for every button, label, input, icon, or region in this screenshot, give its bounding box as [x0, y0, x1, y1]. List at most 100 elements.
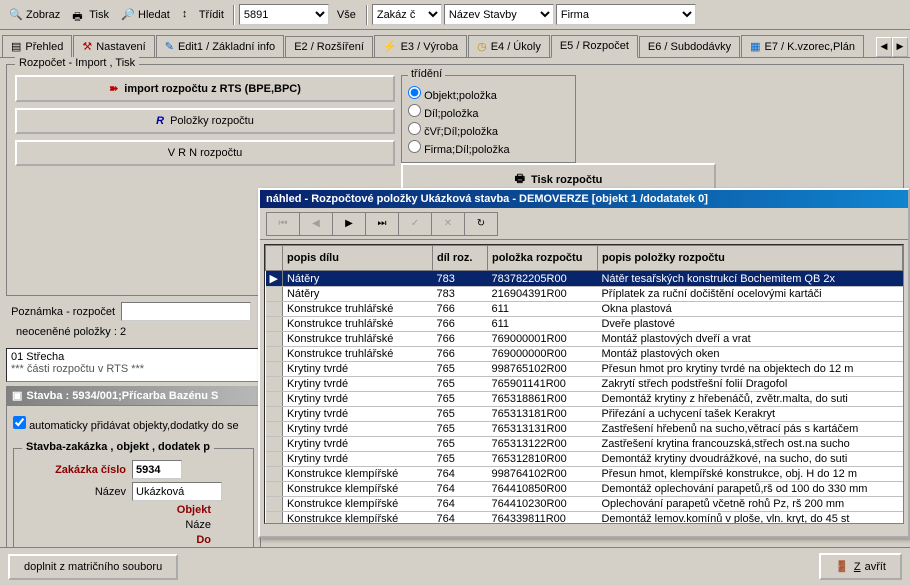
table-row[interactable]: Konstrukce truhlářské766611Okna plastová: [266, 302, 903, 317]
cell: Nátěry: [282, 287, 432, 302]
vse-label: Vše: [331, 9, 362, 21]
nav-refresh[interactable]: ↻: [464, 212, 498, 236]
row-indicator: [266, 407, 283, 422]
firma-select[interactable]: Firma: [556, 4, 696, 25]
nazev-stavby-select[interactable]: Název Stavby: [444, 4, 554, 25]
cell: Krytiny tvrdé: [282, 362, 432, 377]
objekt-label: Objekt: [22, 504, 217, 516]
cell: Krytiny tvrdé: [282, 377, 432, 392]
list-item[interactable]: 01 Střecha: [11, 351, 256, 363]
tab-e3[interactable]: ⚡E3 / Výroba: [374, 35, 467, 57]
nav-prev[interactable]: ◀: [299, 212, 333, 236]
nav-last[interactable]: ⏭: [365, 212, 399, 236]
nav-first[interactable]: ⏮: [266, 212, 300, 236]
tab-edit1[interactable]: ✎Edit1 / Základní info: [156, 35, 284, 57]
col-popis-dilu[interactable]: popis dílu: [282, 246, 432, 271]
table-row[interactable]: Krytiny tvrdé765998765102R00Přesun hmot …: [266, 362, 903, 377]
grid-wrap[interactable]: popis dílu díl roz. položka rozpočtu pop…: [264, 244, 904, 524]
cell: Přiřezání a uchycení tašek Kerakryt: [597, 407, 902, 422]
cell: Zakrytí střech podstřešní folií Dragofol: [597, 377, 902, 392]
table-row[interactable]: Konstrukce truhlářské766611Dveře plastov…: [266, 317, 903, 332]
row-indicator: [266, 287, 283, 302]
tab-scroll-left[interactable]: ◀: [876, 37, 892, 57]
nav-cancel[interactable]: ✕: [431, 212, 465, 236]
poznamka-input[interactable]: [121, 302, 251, 321]
zakazka-input[interactable]: [132, 460, 182, 479]
cell: Zastřešení hřebenů na sucho,větrací pás …: [597, 422, 902, 437]
zakazka-label: Zakázka číslo: [22, 464, 132, 476]
table-row[interactable]: Krytiny tvrdé765765312810R00Demontáž kry…: [266, 452, 903, 467]
tisk-button[interactable]: 🖶Tisk: [67, 5, 114, 25]
radio-objekt[interactable]: Objekt;položka: [408, 86, 569, 102]
col-polozka[interactable]: položka rozpočtu: [487, 246, 597, 271]
do-label: Do: [22, 534, 217, 546]
print-icon: 🖶: [515, 170, 525, 189]
zakaz-select[interactable]: Zakáz č: [372, 4, 442, 25]
cell: Konstrukce klempířské: [282, 482, 432, 497]
tab-e7[interactable]: ▦E7 / K.vzorec,Plán: [741, 35, 864, 57]
id-select[interactable]: 5891: [239, 4, 329, 25]
col-indicator: [266, 246, 283, 271]
cell: Demontáž krytiny dvoudrážkové, na sucho,…: [597, 452, 902, 467]
table-row[interactable]: Krytiny tvrdé765765313181R00Přiřezání a …: [266, 407, 903, 422]
cell: 764: [432, 482, 487, 497]
vrn-button[interactable]: V R N rozpočtu: [15, 140, 395, 166]
tab-e6[interactable]: E6 / Subdodávky: [639, 36, 740, 57]
groupbox-legend: Rozpočet - Import , Tisk: [15, 57, 139, 69]
zobraz-button[interactable]: 🔍Zobraz: [4, 5, 65, 25]
data-grid: popis dílu díl roz. položka rozpočtu pop…: [265, 245, 903, 524]
table-row[interactable]: Konstrukce klempířské764764339811R00Demo…: [266, 512, 903, 525]
row-indicator: [266, 482, 283, 497]
doplnit-button[interactable]: doplnit z matričního souboru: [8, 554, 178, 580]
col-popis-polozky[interactable]: popis položky rozpočtu: [597, 246, 902, 271]
tridit-button[interactable]: ↕Třídit: [177, 5, 229, 25]
tabs-row: ▤Přehled ⚒Nastavení ✎Edit1 / Základní in…: [0, 30, 910, 58]
tab-e5[interactable]: E5 / Rozpočet: [551, 35, 638, 58]
auto-add-checkbox[interactable]: automaticky přidávat objekty,dodatky do …: [13, 412, 254, 436]
tab-prehled[interactable]: ▤Přehled: [2, 35, 72, 57]
table-row[interactable]: Krytiny tvrdé765765901141R00Zakrytí stře…: [266, 377, 903, 392]
app-icon: ▣: [12, 389, 22, 402]
radio-firma[interactable]: Firma;Díl;položka: [408, 140, 569, 156]
nazev-label: Název: [22, 486, 132, 498]
table-row[interactable]: Krytiny tvrdé765765318861R00Demontáž kry…: [266, 392, 903, 407]
cell: 998764102R00: [487, 467, 597, 482]
list-panel[interactable]: 01 Střecha *** části rozpočtu v RTS ***: [6, 348, 261, 382]
table-row[interactable]: Krytiny tvrdé765765313122R00Zastřešení k…: [266, 437, 903, 452]
cell: 765313131R00: [487, 422, 597, 437]
table-row[interactable]: Konstrukce klempířské764764410850R00Demo…: [266, 482, 903, 497]
cell: 765313122R00: [487, 437, 597, 452]
table-row[interactable]: Krytiny tvrdé765765313131R00Zastřešení h…: [266, 422, 903, 437]
table-row[interactable]: Konstrukce truhlářské766769000000R00Mont…: [266, 347, 903, 362]
stavba-zakazka-group: Stavba-zakázka , objekt , dodatek p Zaká…: [13, 448, 254, 558]
nazev-input[interactable]: [132, 482, 222, 501]
nav-next[interactable]: ▶: [332, 212, 366, 236]
table-row[interactable]: Konstrukce klempířské764998764102R00Přes…: [266, 467, 903, 482]
cell: Konstrukce truhlářské: [282, 332, 432, 347]
preview-titlebar: náhled - Rozpočtové položky Ukázková sta…: [260, 190, 908, 208]
radio-dil[interactable]: Díl;položka: [408, 104, 569, 120]
tab-scroll-right[interactable]: ▶: [892, 37, 908, 57]
polozky-button[interactable]: RPoložky rozpočtu: [15, 108, 395, 134]
cell: Krytiny tvrdé: [282, 422, 432, 437]
table-row[interactable]: ▶Nátěry783783782205R00Nátěr tesařských k…: [266, 271, 903, 287]
list-item[interactable]: *** části rozpočtu v RTS ***: [11, 363, 256, 375]
radio-cvr[interactable]: čVř;Díl;položka: [408, 122, 569, 138]
hledat-button[interactable]: 🔎Hledat: [116, 5, 175, 25]
tab-e4[interactable]: ◷E4 / Úkoly: [468, 35, 550, 57]
import-button[interactable]: ➽import rozpočtu z RTS (BPE,BPC): [15, 75, 395, 102]
row-indicator: [266, 392, 283, 407]
cell: Oplechování parapetů včetně rohů Pz, rš …: [597, 497, 902, 512]
nav-check[interactable]: ✓: [398, 212, 432, 236]
col-dil-roz[interactable]: díl roz.: [432, 246, 487, 271]
cell: Přesun hmot, klempířské konstrukce, obj.…: [597, 467, 902, 482]
tab-e2[interactable]: E2 / Rozšíření: [285, 36, 373, 57]
tab-nastaveni[interactable]: ⚒Nastavení: [73, 35, 154, 57]
table-row[interactable]: Nátěry783216904391R00Příplatek za ruční …: [266, 287, 903, 302]
table-row[interactable]: Konstrukce klempířské764764410230R00Ople…: [266, 497, 903, 512]
cell: 764339811R00: [487, 512, 597, 525]
table-row[interactable]: Konstrukce truhlářské766769000001R00Mont…: [266, 332, 903, 347]
zavrit-button[interactable]: 🚪Zavřít: [819, 553, 902, 580]
sub-legend: Stavba-zakázka , objekt , dodatek p: [22, 441, 214, 453]
cell: Konstrukce truhlářské: [282, 317, 432, 332]
